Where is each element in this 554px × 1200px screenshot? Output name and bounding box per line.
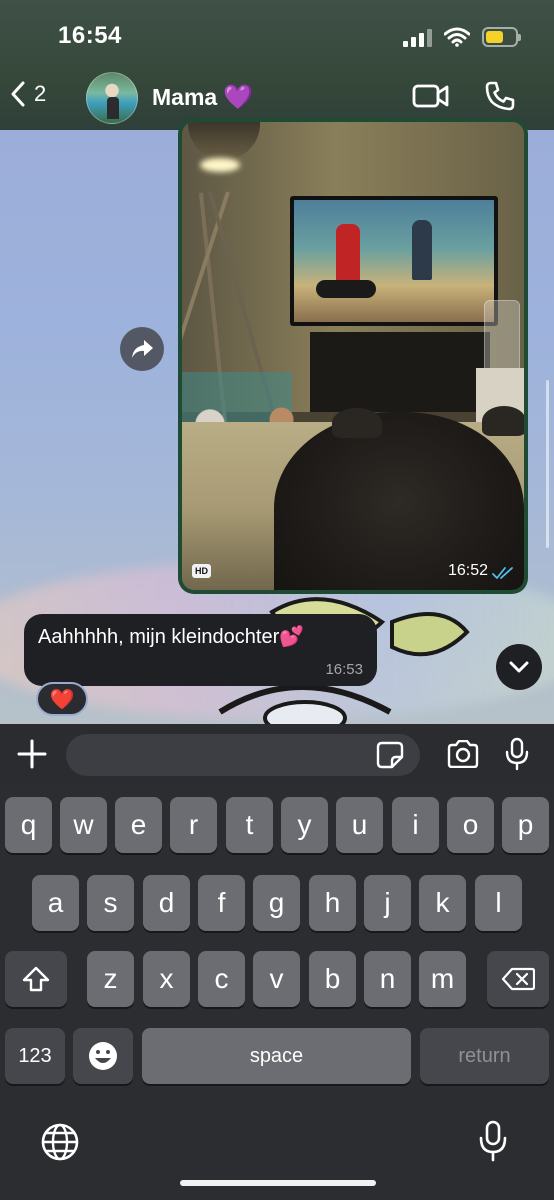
delete-icon bbox=[501, 967, 535, 991]
delete-key[interactable] bbox=[487, 951, 549, 1007]
numbers-key[interactable]: 123 bbox=[5, 1028, 65, 1084]
forward-icon bbox=[132, 340, 153, 358]
key-d[interactable]: d bbox=[143, 875, 190, 931]
status-icons bbox=[403, 24, 521, 50]
key-e[interactable]: e bbox=[115, 797, 162, 853]
camera-button[interactable] bbox=[446, 739, 480, 773]
key-j[interactable]: j bbox=[364, 875, 411, 931]
photo-tv bbox=[290, 196, 498, 326]
shift-icon bbox=[22, 966, 50, 992]
key-c[interactable]: c bbox=[198, 951, 245, 1007]
camera-icon bbox=[447, 739, 479, 769]
wifi-icon bbox=[444, 27, 470, 47]
voice-call-button[interactable] bbox=[484, 80, 516, 117]
phone-icon bbox=[485, 81, 515, 111]
red-heart-emoji: ❤️ bbox=[49, 688, 75, 711]
photo-lampglow bbox=[200, 158, 240, 172]
key-h[interactable]: h bbox=[309, 875, 356, 931]
hd-badge: HD bbox=[192, 564, 211, 578]
key-b[interactable]: b bbox=[309, 951, 356, 1007]
contact-name-text: Mama bbox=[152, 84, 218, 110]
key-g[interactable]: g bbox=[253, 875, 300, 931]
contact-name[interactable]: Mama 💜 bbox=[152, 83, 253, 112]
shift-key[interactable] bbox=[5, 951, 67, 1007]
key-f[interactable]: f bbox=[198, 875, 245, 931]
message-time: 16:52 bbox=[447, 562, 488, 579]
unread-count: 2 bbox=[34, 81, 47, 106]
photo-tv-screen bbox=[294, 200, 494, 322]
image-message-bubble[interactable]: HD 16:52 bbox=[178, 118, 528, 594]
microphone-icon bbox=[479, 1120, 507, 1162]
photo-tvstand bbox=[310, 332, 490, 412]
video-call-button[interactable] bbox=[412, 82, 450, 115]
chevron-down-icon bbox=[509, 661, 529, 673]
microphone-icon bbox=[505, 737, 529, 771]
message-time: 16:53 bbox=[325, 661, 363, 678]
home-indicator[interactable] bbox=[180, 1180, 376, 1186]
key-l[interactable]: l bbox=[475, 875, 522, 931]
key-z[interactable]: z bbox=[87, 951, 134, 1007]
chat-header: 16:54 2 Mama 💜 bbox=[0, 0, 554, 130]
photo-fig1 bbox=[336, 224, 360, 284]
chevron-left-icon bbox=[11, 81, 25, 107]
key-v[interactable]: v bbox=[253, 951, 300, 1007]
cellular-signal-icon bbox=[403, 27, 432, 47]
dictation-button[interactable] bbox=[478, 1120, 508, 1167]
keyboard: q w e r t y u i o p a s d f g h j k l z … bbox=[0, 786, 554, 1200]
battery-icon bbox=[482, 27, 521, 47]
key-y[interactable]: y bbox=[281, 797, 328, 853]
message-input[interactable] bbox=[66, 734, 420, 776]
status-time: 16:54 bbox=[58, 22, 122, 49]
forward-button[interactable] bbox=[120, 327, 164, 371]
message-text-content: Aahhhhh, mijn kleindochter bbox=[38, 626, 280, 648]
photo-ear1 bbox=[332, 408, 382, 438]
key-t[interactable]: t bbox=[226, 797, 273, 853]
message-reaction[interactable]: ❤️ bbox=[36, 682, 88, 716]
key-o[interactable]: o bbox=[447, 797, 494, 853]
key-i[interactable]: i bbox=[392, 797, 439, 853]
text-message-bubble[interactable]: Aahhhhh, mijn kleindochter💕 16:53 bbox=[24, 614, 377, 686]
space-key[interactable]: space bbox=[142, 1028, 411, 1084]
contact-avatar[interactable] bbox=[86, 72, 138, 124]
scroll-to-bottom-button[interactable] bbox=[496, 644, 542, 690]
voice-message-button[interactable] bbox=[504, 737, 530, 776]
keyboard-switch-button[interactable] bbox=[40, 1122, 80, 1167]
sticker-button[interactable] bbox=[376, 741, 404, 774]
key-p[interactable]: p bbox=[502, 797, 549, 853]
attach-button[interactable] bbox=[16, 738, 48, 775]
two-hearts-emoji: 💕 bbox=[279, 626, 305, 648]
key-q[interactable]: q bbox=[5, 797, 52, 853]
purple-heart-emoji: 💜 bbox=[223, 84, 254, 111]
message-photo[interactable]: HD 16:52 bbox=[182, 122, 524, 590]
plus-icon bbox=[17, 739, 47, 769]
key-u[interactable]: u bbox=[336, 797, 383, 853]
key-s[interactable]: s bbox=[87, 875, 134, 931]
photo-guitar bbox=[316, 280, 376, 298]
composer-bar bbox=[0, 724, 554, 786]
sticker-icon bbox=[376, 741, 404, 769]
key-x[interactable]: x bbox=[143, 951, 190, 1007]
photo-jar bbox=[484, 300, 520, 376]
back-button[interactable]: 2 bbox=[10, 80, 46, 108]
emoji-icon bbox=[89, 1042, 117, 1070]
globe-icon bbox=[41, 1123, 79, 1161]
photo-fig2 bbox=[412, 220, 432, 280]
read-receipt-icon bbox=[492, 567, 513, 579]
message-text: Aahhhhh, mijn kleindochter💕 bbox=[38, 624, 304, 649]
key-n[interactable]: n bbox=[364, 951, 411, 1007]
photo-ear2 bbox=[482, 406, 524, 436]
key-r[interactable]: r bbox=[170, 797, 217, 853]
key-a[interactable]: a bbox=[32, 875, 79, 931]
emoji-key[interactable] bbox=[73, 1028, 133, 1084]
chat-scrollbar[interactable] bbox=[546, 380, 549, 548]
key-w[interactable]: w bbox=[60, 797, 107, 853]
return-key[interactable]: return bbox=[420, 1028, 549, 1084]
key-k[interactable]: k bbox=[419, 875, 466, 931]
key-m[interactable]: m bbox=[419, 951, 466, 1007]
video-camera-icon bbox=[412, 84, 449, 108]
